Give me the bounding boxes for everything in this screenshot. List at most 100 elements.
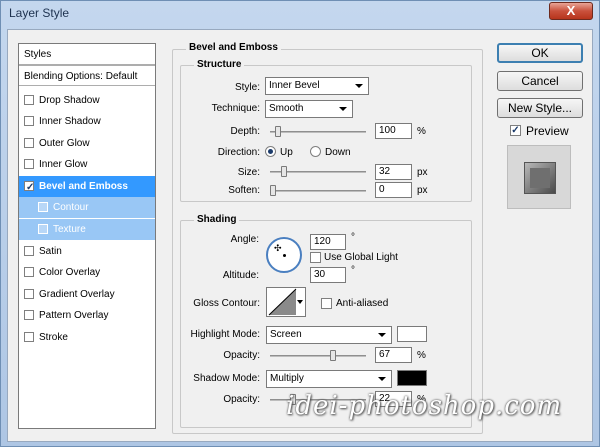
highlight-mode-label: Highlight Mode: <box>190 329 260 340</box>
soften-unit: px <box>417 185 428 196</box>
direction-down-radio[interactable] <box>310 146 321 157</box>
checkbox[interactable] <box>24 246 34 256</box>
soften-input[interactable]: 0 <box>375 182 412 198</box>
size-unit: px <box>417 167 428 178</box>
technique-label: Technique: <box>211 103 260 114</box>
altitude-unit: ° <box>351 265 355 276</box>
dialog-body: Styles Blending Options: Default Drop Sh… <box>7 29 593 442</box>
style-label: Style: <box>234 82 260 93</box>
slider-thumb[interactable] <box>270 185 276 196</box>
highlight-mode-dropdown[interactable]: Screen <box>266 326 392 344</box>
anti-aliased-label: Anti-aliased <box>336 298 389 309</box>
soften-slider[interactable] <box>270 185 366 196</box>
cancel-button[interactable]: Cancel <box>497 71 583 91</box>
style-item-contour[interactable]: Contour <box>19 197 155 218</box>
preview-label: Preview <box>526 124 569 138</box>
style-item-bevel-and-emboss[interactable]: ✓ Bevel and Emboss <box>19 176 155 197</box>
checkbox[interactable] <box>24 95 34 105</box>
shadow-mode-dropdown[interactable]: Multiply <box>266 370 392 388</box>
highlight-opacity-unit: % <box>417 350 426 361</box>
angle-input[interactable]: 120 <box>310 234 346 250</box>
direction-up-label: Up <box>280 147 293 158</box>
styles-header[interactable]: Styles <box>19 44 155 65</box>
style-item-satin[interactable]: Satin <box>19 241 155 262</box>
style-dropdown[interactable]: Inner Bevel <box>265 77 369 95</box>
style-item-texture[interactable]: Texture <box>19 219 155 240</box>
style-item-inner-glow[interactable]: Inner Glow <box>19 154 155 175</box>
checkbox-checked[interactable]: ✓ <box>24 181 34 193</box>
preview-swatch <box>524 162 556 194</box>
close-button[interactable]: X <box>549 2 593 20</box>
angle-dial[interactable]: ✣ <box>266 237 302 273</box>
highlight-opacity-slider[interactable] <box>270 350 366 361</box>
checkbox[interactable] <box>24 289 34 299</box>
highlight-opacity-label: Opacity: <box>223 350 260 361</box>
soften-label: Soften: <box>228 185 260 196</box>
dial-center <box>283 254 286 257</box>
blending-options-item[interactable]: Blending Options: Default <box>19 65 155 86</box>
preview-inner <box>530 168 550 188</box>
style-item-gradient-overlay[interactable]: Gradient Overlay <box>19 284 155 305</box>
chevron-down-icon <box>355 84 363 88</box>
style-item-pattern-overlay[interactable]: Pattern Overlay <box>19 305 155 326</box>
style-item-color-overlay[interactable]: Color Overlay <box>19 262 155 283</box>
checkbox[interactable] <box>24 138 34 148</box>
chevron-down-icon <box>297 300 303 304</box>
chevron-down-icon <box>378 377 386 381</box>
angle-unit: ° <box>351 232 355 243</box>
shading-title: Shading <box>194 214 240 225</box>
checkbox[interactable] <box>38 202 48 212</box>
shadow-color-swatch[interactable] <box>397 370 427 386</box>
close-icon: X <box>566 3 576 18</box>
highlight-opacity-input[interactable]: 67 <box>375 347 412 363</box>
window-title: Layer Style <box>9 6 70 20</box>
style-item-inner-shadow[interactable]: Inner Shadow <box>19 111 155 132</box>
watermark: idei-photoshop.com <box>286 391 563 421</box>
altitude-input[interactable]: 30 <box>310 267 346 283</box>
anti-aliased-checkbox[interactable] <box>321 298 332 309</box>
checkbox[interactable] <box>38 224 48 234</box>
size-slider[interactable] <box>270 166 366 177</box>
slider-thumb[interactable] <box>330 350 337 361</box>
direction-down-label: Down <box>325 147 351 158</box>
style-item-stroke[interactable]: Stroke <box>19 327 155 348</box>
slider-thumb[interactable] <box>274 126 281 137</box>
title-bar[interactable]: Layer Style X <box>1 1 599 25</box>
preview-thumbnail <box>507 145 571 209</box>
depth-label: Depth: <box>230 126 260 137</box>
checkbox[interactable] <box>24 332 34 342</box>
depth-unit: % <box>417 126 426 137</box>
layer-style-window: Layer Style X Styles Blending Options: D… <box>0 0 600 447</box>
checkmark-icon: ✓ <box>26 182 35 193</box>
size-label: Size: <box>237 167 260 178</box>
checkbox[interactable] <box>24 267 34 277</box>
ok-button[interactable]: OK <box>497 43 583 63</box>
shadow-mode-label: Shadow Mode: <box>193 373 260 384</box>
depth-slider[interactable] <box>270 126 366 137</box>
preview-checkbox[interactable]: ✓ <box>510 125 521 136</box>
gloss-contour-label: Gloss Contour: <box>193 298 260 309</box>
direction-label: Direction: <box>217 147 260 158</box>
checkbox[interactable] <box>24 310 34 320</box>
highlight-color-swatch[interactable] <box>397 326 427 342</box>
slider-thumb[interactable] <box>280 166 287 177</box>
structure-title: Structure <box>194 59 245 70</box>
checkbox[interactable] <box>24 116 34 126</box>
crosshair-icon: ✣ <box>274 243 282 253</box>
contour-curve-icon <box>268 288 297 316</box>
style-item-drop-shadow[interactable]: Drop Shadow <box>19 90 155 111</box>
chevron-down-icon <box>378 333 386 337</box>
use-global-light-checkbox[interactable] <box>310 252 321 263</box>
gloss-contour-picker[interactable] <box>266 287 306 317</box>
new-style-button[interactable]: New Style... <box>497 98 583 118</box>
shadow-opacity-label: Opacity: <box>223 394 260 405</box>
depth-input[interactable]: 100 <box>375 123 412 139</box>
technique-dropdown[interactable]: Smooth <box>265 100 353 118</box>
angle-label: Angle: <box>230 234 259 245</box>
styles-list: Styles Blending Options: Default Drop Sh… <box>18 43 156 429</box>
size-input[interactable]: 32 <box>375 164 412 180</box>
checkbox[interactable] <box>24 159 34 169</box>
use-global-light-label: Use Global Light <box>324 252 398 263</box>
direction-up-radio[interactable] <box>265 146 276 157</box>
style-item-outer-glow[interactable]: Outer Glow <box>19 133 155 154</box>
